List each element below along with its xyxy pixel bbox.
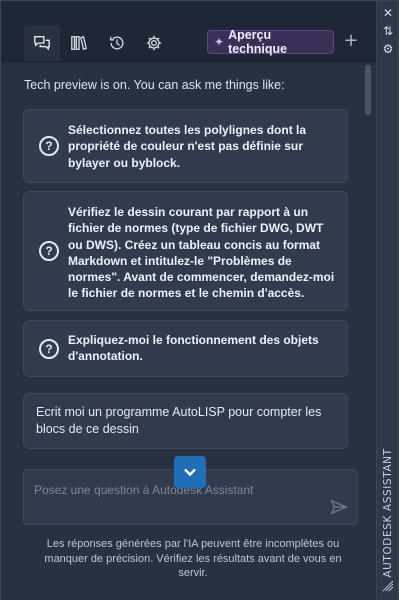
suggestion-card[interactable]: ? Expliquez-moi le fonctionnement des ob… [23,320,348,377]
scroll-to-bottom-button[interactable] [174,456,206,488]
user-message: Ecrit moi un programme AutoLISP pour com… [23,393,348,449]
tab-chat[interactable] [24,25,60,61]
user-message-text: Ecrit moi un programme AutoLISP pour com… [36,405,322,436]
tech-preview-button[interactable]: ✦ Aperçu technique [207,28,334,56]
question-icon: ? [39,136,59,156]
assistant-palette: ✦ Aperçu technique + Tech preview is on.… [0,0,399,600]
history-icon [110,36,124,50]
question-input-placeholder: Posez une question à Autodesk Assistant [34,483,254,497]
suggestion-card[interactable]: ? Vérifiez le dessin courant par rapport… [23,191,348,311]
tech-preview-label: Aperçu technique [228,28,288,56]
palette-title-text: AUTODESK ASSISTANT [382,448,394,578]
resize-grip-icon[interactable] [381,579,395,593]
tab-bar: ✦ Aperçu technique + [1,1,377,63]
tab-library[interactable] [61,25,97,61]
properties-icon[interactable]: ⚙ [380,41,396,57]
tab-settings[interactable] [136,25,172,61]
gear-icon [146,35,162,51]
suggestion-text: Sélectionnez toutes les polylignes dont … [68,123,307,170]
auto-hide-icon[interactable]: ⇅ [380,23,396,39]
sparkle-icon: ✦ [214,35,225,49]
palette-title-strip: ✕ ⇅ ⚙ AUTODESK ASSISTANT [376,1,398,600]
question-icon: ? [39,339,59,359]
chevron-down-icon [184,468,196,477]
tab-history[interactable] [99,25,135,61]
scrollbar-thumb[interactable] [365,65,371,115]
library-icon [71,35,87,51]
close-icon[interactable]: ✕ [380,5,396,21]
new-chat-button[interactable]: + [341,30,361,54]
send-icon[interactable] [330,498,348,516]
suggestion-card[interactable]: ? Sélectionnez toutes les polylignes don… [23,109,348,183]
intro-text: Tech preview is on. You can ask me thing… [24,78,285,92]
ai-disclaimer: Les réponses générées par l'IA peuvent ê… [44,538,342,579]
suggestion-text: Expliquez-moi le fonctionnement des obje… [68,333,319,364]
palette-title: AUTODESK ASSISTANT [379,448,397,577]
chat-icon [34,36,50,51]
question-icon: ? [39,241,59,261]
suggestion-text: Vérifiez le dessin courant par rapport à… [68,205,335,301]
